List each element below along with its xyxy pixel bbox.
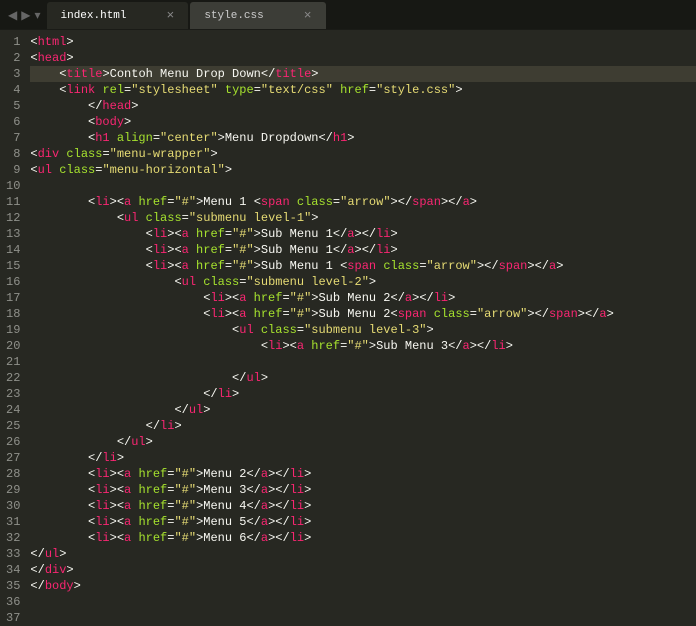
code-line[interactable]: <li><a href="#">Sub Menu 3</a></li> [30, 338, 696, 354]
code-line[interactable]: </head> [30, 98, 696, 114]
code-line[interactable]: <li><a href="#">Sub Menu 2<span class="a… [30, 306, 696, 322]
line-number: 17 [6, 290, 20, 306]
line-number: 15 [6, 258, 20, 274]
code-line[interactable]: </li> [30, 386, 696, 402]
code-line[interactable]: <li><a href="#">Sub Menu 1</a></li> [30, 242, 696, 258]
code-line[interactable] [30, 178, 696, 194]
code-line[interactable]: <head> [30, 50, 696, 66]
close-icon[interactable]: × [167, 8, 175, 23]
code-line[interactable]: <ul class="submenu level-2"> [30, 274, 696, 290]
line-number: 36 [6, 594, 20, 610]
line-number: 19 [6, 322, 20, 338]
line-number: 6 [6, 114, 20, 130]
line-number: 27 [6, 450, 20, 466]
line-number: 29 [6, 482, 20, 498]
line-number: 16 [6, 274, 20, 290]
line-number: 8 [6, 146, 20, 162]
code-line[interactable]: <li><a href="#">Menu 6</a></li> [30, 530, 696, 546]
tab-bar: ◀ ▶ ▾ index.html × style.css × [0, 0, 696, 30]
code-line[interactable]: <h1 align="center">Menu Dropdown</h1> [30, 130, 696, 146]
code-line[interactable]: <html> [30, 34, 696, 50]
code-area[interactable]: <html><head> <title>Contoh Menu Drop Dow… [30, 30, 696, 598]
code-line[interactable]: <link rel="stylesheet" type="text/css" h… [30, 82, 696, 98]
line-number: 35 [6, 578, 20, 594]
nav-dropdown-icon[interactable]: ▾ [34, 8, 40, 23]
line-number: 3 [6, 66, 20, 82]
code-line[interactable]: </ul> [30, 402, 696, 418]
code-line[interactable]: <li><a href="#">Menu 3</a></li> [30, 482, 696, 498]
code-line[interactable]: </ul> [30, 370, 696, 386]
line-number: 13 [6, 226, 20, 242]
close-icon[interactable]: × [304, 8, 312, 23]
tab-label: index.html [61, 10, 127, 22]
line-number: 26 [6, 434, 20, 450]
tab-style-css[interactable]: style.css × [190, 2, 325, 29]
line-number: 32 [6, 530, 20, 546]
code-line[interactable]: </ul> [30, 546, 696, 562]
code-line[interactable] [30, 354, 696, 370]
code-line[interactable]: <title>Contoh Menu Drop Down</title> [30, 66, 696, 82]
code-line[interactable]: </div> [30, 562, 696, 578]
line-number: 24 [6, 402, 20, 418]
code-line[interactable]: <ul class="submenu level-1"> [30, 210, 696, 226]
nav-arrows: ◀ ▶ ▾ [6, 8, 47, 29]
line-number: 25 [6, 418, 20, 434]
code-line[interactable]: </ul> [30, 434, 696, 450]
line-number: 4 [6, 82, 20, 98]
code-line[interactable]: </body> [30, 578, 696, 594]
line-number: 1 [6, 34, 20, 50]
line-number: 28 [6, 466, 20, 482]
code-line[interactable]: <ul class="menu-horizontal"> [30, 162, 696, 178]
code-line[interactable]: <li><a href="#">Sub Menu 1</a></li> [30, 226, 696, 242]
line-number: 11 [6, 194, 20, 210]
editor: 1234567891011121314151617181920212223242… [0, 30, 696, 598]
code-line[interactable] [30, 594, 696, 598]
code-line[interactable]: </li> [30, 418, 696, 434]
code-line[interactable]: <div class="menu-wrapper"> [30, 146, 696, 162]
line-number: 23 [6, 386, 20, 402]
line-number: 20 [6, 338, 20, 354]
line-number: 10 [6, 178, 20, 194]
line-number: 5 [6, 98, 20, 114]
code-line[interactable]: <li><a href="#">Menu 5</a></li> [30, 514, 696, 530]
tab-index-html[interactable]: index.html × [47, 2, 189, 29]
tab-label: style.css [204, 10, 263, 22]
line-number: 33 [6, 546, 20, 562]
nav-back-icon[interactable]: ◀ [8, 8, 17, 23]
line-number: 18 [6, 306, 20, 322]
nav-forward-icon[interactable]: ▶ [21, 8, 30, 23]
line-number: 30 [6, 498, 20, 514]
code-line[interactable]: <li><a href="#">Sub Menu 1 <span class="… [30, 258, 696, 274]
line-number: 7 [6, 130, 20, 146]
line-number: 9 [6, 162, 20, 178]
line-number: 12 [6, 210, 20, 226]
code-line[interactable]: <li><a href="#">Menu 2</a></li> [30, 466, 696, 482]
gutter: 1234567891011121314151617181920212223242… [0, 30, 30, 598]
line-number: 31 [6, 514, 20, 530]
code-line[interactable]: <li><a href="#">Sub Menu 2</a></li> [30, 290, 696, 306]
code-line[interactable]: <body> [30, 114, 696, 130]
code-line[interactable]: <li><a href="#">Menu 4</a></li> [30, 498, 696, 514]
line-number: 2 [6, 50, 20, 66]
code-line[interactable]: <li><a href="#">Menu 1 <span class="arro… [30, 194, 696, 210]
line-number: 34 [6, 562, 20, 578]
line-number: 37 [6, 610, 20, 626]
line-number: 14 [6, 242, 20, 258]
code-line[interactable]: <ul class="submenu level-3"> [30, 322, 696, 338]
line-number: 21 [6, 354, 20, 370]
code-line[interactable]: </li> [30, 450, 696, 466]
line-number: 22 [6, 370, 20, 386]
